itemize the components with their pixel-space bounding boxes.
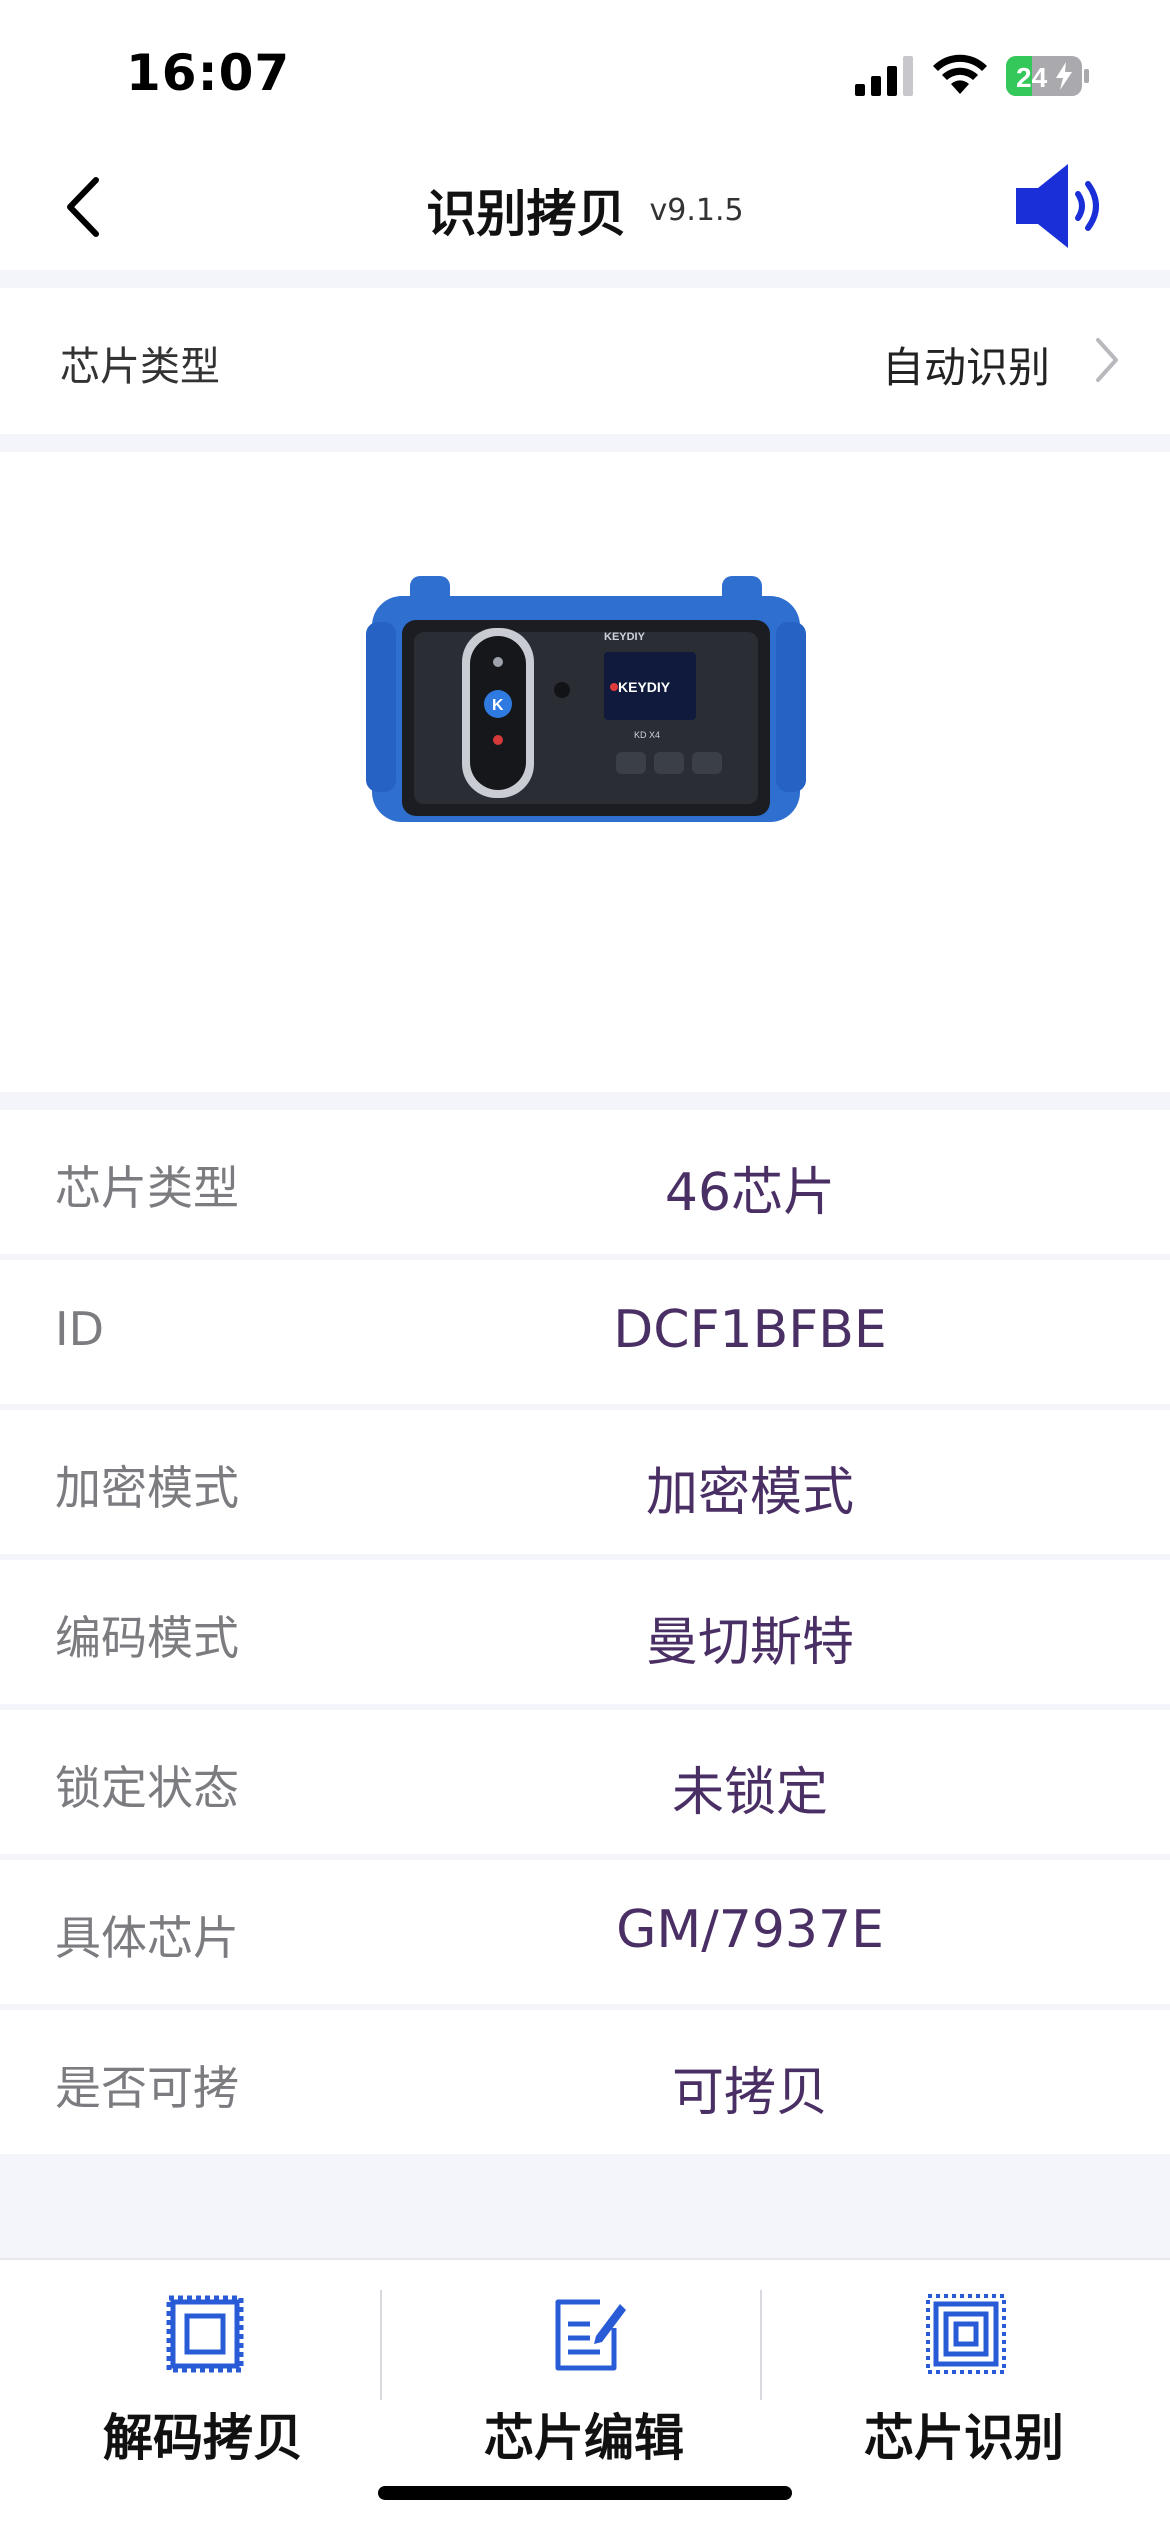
info-value: 加密模式	[645, 1463, 854, 1523]
device-brand-label: KEYDIY	[604, 631, 646, 643]
tab-divider	[380, 2290, 382, 2400]
speaker-icon[interactable]	[1012, 158, 1112, 254]
info-label: 是否可拷	[55, 2061, 239, 2115]
edit-icon	[555, 2299, 626, 2371]
info-row-copyable: 是否可拷 可拷贝	[0, 2010, 1170, 2154]
device-brand-screen: KEYDIY	[618, 679, 671, 695]
info-label: 加密模式	[55, 1461, 239, 1515]
tab-chip-edit[interactable]: 芯片编辑	[394, 2260, 774, 2480]
svg-text:K: K	[492, 697, 504, 714]
info-value: 曼切斯特	[645, 1613, 854, 1673]
battery-icon: 24	[1006, 56, 1089, 96]
chip-info-list: 芯片类型 46芯片 ID DCF1BFBE 加密模式 加密模式 编码模式 曼切斯…	[0, 1110, 1170, 2160]
home-indicator[interactable]	[378, 2486, 792, 2500]
tab-label: 芯片识别	[864, 2409, 1064, 2467]
device-image-panel: K KEYDIY KEYDIY KD X4	[0, 452, 1170, 1092]
info-label: 锁定状态	[55, 1761, 239, 1815]
info-row-chip-type: 芯片类型 46芯片	[0, 1110, 1170, 1254]
app-header: 识别拷贝 v9.1.5	[0, 140, 1170, 270]
info-label: 编码模式	[55, 1611, 239, 1665]
chip-decode-icon	[166, 2295, 244, 2373]
info-value: DCF1BFBE	[613, 1300, 887, 1360]
battery-level: 24	[1016, 62, 1048, 93]
info-row-lock-status: 锁定状态 未锁定	[0, 1710, 1170, 1854]
info-value: GM/7937E	[616, 1900, 884, 1960]
info-row-id: ID DCF1BFBE	[0, 1260, 1170, 1404]
info-label: 具体芯片	[55, 1911, 239, 1965]
app-version: v9.1.5	[649, 192, 744, 228]
info-value: 未锁定	[671, 1763, 828, 1823]
info-label: ID	[55, 1302, 104, 1356]
chevron-right-icon	[1096, 338, 1118, 382]
chip-type-selector[interactable]: 芯片类型 自动识别	[0, 288, 1170, 434]
status-bar: 16:07 24	[0, 0, 1170, 140]
info-label: 芯片类型	[55, 1161, 239, 1215]
tab-label: 芯片编辑	[484, 2409, 684, 2467]
header-title-group: 识别拷贝 v9.1.5	[0, 174, 1170, 246]
tab-divider	[760, 2290, 762, 2400]
cellular-signal-icon	[855, 56, 913, 96]
wifi-icon	[933, 54, 987, 94]
status-time: 16:07	[126, 44, 291, 102]
info-value: 46芯片	[664, 1163, 836, 1223]
device-model-label: KD X4	[634, 730, 660, 740]
page-title: 识别拷贝	[426, 185, 627, 243]
chip-identify-icon	[926, 2294, 1006, 2374]
info-row-encryption-mode: 加密模式 加密模式	[0, 1410, 1170, 1554]
tab-label: 解码拷贝	[103, 2409, 303, 2467]
chip-type-selector-value: 自动识别	[881, 343, 1050, 392]
tab-chip-identify[interactable]: 芯片识别	[774, 2260, 1154, 2480]
chip-type-selector-label: 芯片类型	[60, 344, 220, 390]
tab-decode-copy[interactable]: 解码拷贝	[13, 2260, 393, 2480]
info-value: 可拷贝	[671, 2063, 828, 2123]
key-programmer-device-image: K KEYDIY KEYDIY KD X4	[366, 576, 806, 822]
info-row-encoding-mode: 编码模式 曼切斯特	[0, 1560, 1170, 1704]
info-row-specific-chip: 具体芯片 GM/7937E	[0, 1860, 1170, 2004]
